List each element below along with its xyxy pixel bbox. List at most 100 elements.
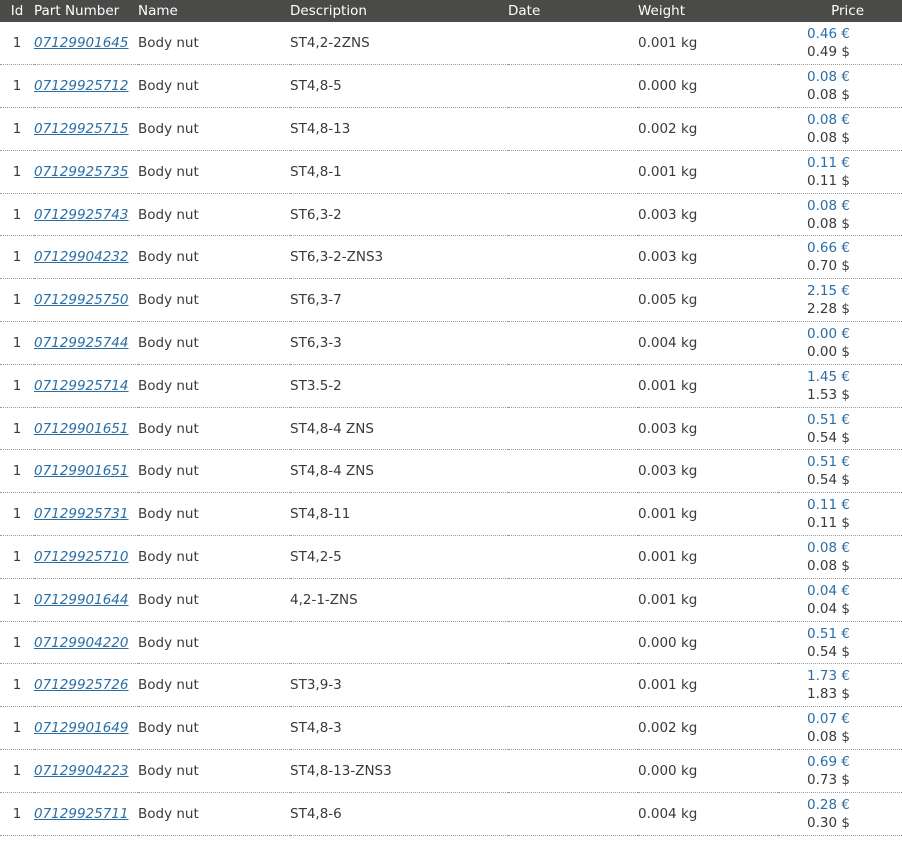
part-name: Body nut [138, 22, 290, 66]
header-id: Id [0, 0, 34, 22]
part-description: ST4,8-5 [290, 64, 508, 109]
price-usd: 1.83 $ [807, 686, 850, 703]
part-weight: 0.002 kg [638, 706, 778, 751]
row-id: 1 [0, 107, 34, 151]
part-number-link[interactable]: 07129904232 [34, 249, 128, 265]
part-number-link[interactable]: 07129925711 [34, 806, 128, 822]
part-number-link[interactable]: 07129901651 [34, 463, 128, 479]
part-name: Body nut [138, 235, 290, 280]
row-id: 1 [0, 64, 34, 109]
table-header-row: Id Part Number Name Description Date Wei… [0, 0, 902, 22]
row-id: 1 [0, 193, 34, 237]
part-date [508, 235, 638, 280]
part-weight: 0.000 kg [638, 64, 778, 109]
part-number-link[interactable]: 07129925743 [34, 207, 128, 223]
table-row: 1 07129901645 Body nut ST4,2-2ZNS 0.001 kg 0.… [0, 22, 902, 66]
part-date [508, 193, 638, 237]
part-name: Body nut [138, 407, 290, 451]
part-number-link[interactable]: 07129925710 [34, 549, 128, 565]
row-id: 1 [0, 663, 34, 708]
part-number-link[interactable]: 07129901649 [34, 720, 128, 736]
part-description: ST6,3-7 [290, 278, 508, 323]
price-cell: 0.00 €0.00 $ [778, 321, 902, 365]
price-usd: 0.08 $ [807, 729, 850, 746]
part-number-link[interactable]: 07129925714 [34, 378, 128, 394]
part-number-cell: 07129925715 [34, 107, 138, 151]
price-cell: 0.11 €0.11 $ [778, 492, 902, 537]
part-description: ST4,8-13-ZNS3 [290, 749, 508, 793]
header-date: Date [508, 0, 638, 22]
price-cell: 2.15 €2.28 $ [778, 278, 902, 323]
price-cell: 0.69 €0.73 $ [778, 749, 902, 793]
price-cell: 0.46 €0.49 $ [778, 22, 902, 66]
part-number-link[interactable]: 07129925731 [34, 506, 128, 522]
table-body: 1 07129901645 Body nut ST4,2-2ZNS 0.001 kg 0.… [0, 22, 902, 836]
part-number-cell: 07129904220 [34, 621, 138, 665]
table-row: 1 07129904223 Body nut ST4,8-13-ZNS3 0.000 k… [0, 749, 902, 793]
row-id: 1 [0, 621, 34, 665]
table-row: 1 07129901651 Body nut ST4,8-4 ZNS 0.003 kg 0… [0, 449, 902, 494]
row-id: 1 [0, 449, 34, 494]
row-id: 1 [0, 535, 34, 579]
part-number-cell: 07129925750 [34, 278, 138, 323]
part-number-link[interactable]: 07129901651 [34, 421, 128, 437]
part-number-link[interactable]: 07129904223 [34, 763, 128, 779]
price-usd: 0.54 $ [807, 429, 850, 446]
part-date [508, 449, 638, 494]
part-number-cell: 07129925711 [34, 792, 138, 836]
part-number-link[interactable]: 07129925712 [34, 78, 128, 94]
header-part-number: Part Number [34, 0, 138, 22]
price-eur: 0.51 € [807, 454, 850, 471]
part-number-link[interactable]: 07129925744 [34, 335, 128, 351]
price-usd: 0.08 $ [807, 557, 850, 574]
row-id: 1 [0, 578, 34, 622]
price-eur: 0.08 € [807, 111, 850, 128]
price-eur: 0.28 € [807, 796, 850, 813]
table-row: 1 07129925735 Body nut ST4,8-1 0.001 kg 0.11 … [0, 150, 902, 194]
price-cell: 0.51 €0.54 $ [778, 407, 902, 451]
price-cell: 0.51 €0.54 $ [778, 449, 902, 494]
part-name: Body nut [138, 706, 290, 751]
part-number-link[interactable]: 07129925750 [34, 292, 128, 308]
row-id: 1 [0, 706, 34, 751]
part-name: Body nut [138, 364, 290, 408]
row-id: 1 [0, 22, 34, 66]
price-usd: 2.28 $ [807, 301, 850, 318]
part-date [508, 407, 638, 451]
part-weight: 0.000 kg [638, 749, 778, 793]
part-weight: 0.003 kg [638, 407, 778, 451]
part-description: 4,2-1-ZNS [290, 578, 508, 622]
table-row: 1 07129925731 Body nut ST4,8-11 0.001 kg 0.11… [0, 492, 902, 537]
price-cell: 0.08 €0.08 $ [778, 64, 902, 109]
part-description: ST6,3-2-ZNS3 [290, 235, 508, 280]
part-number-link[interactable]: 07129901645 [34, 35, 128, 51]
row-id: 1 [0, 278, 34, 323]
part-date [508, 578, 638, 622]
part-number-link[interactable]: 07129904220 [34, 635, 128, 651]
part-description: ST6,3-3 [290, 321, 508, 365]
part-number-link[interactable]: 07129925715 [34, 121, 128, 137]
part-weight: 0.001 kg [638, 663, 778, 708]
part-number-link[interactable]: 07129925726 [34, 677, 128, 693]
part-date [508, 749, 638, 793]
table-row: 1 07129901651 Body nut ST4,8-4 ZNS 0.003 kg 0… [0, 407, 902, 451]
part-number-link[interactable]: 07129925735 [34, 164, 128, 180]
row-id: 1 [0, 235, 34, 280]
part-date [508, 706, 638, 751]
part-weight: 0.001 kg [638, 150, 778, 194]
price-eur: 1.45 € [807, 368, 850, 385]
price-cell: 1.45 €1.53 $ [778, 364, 902, 408]
part-number-link[interactable]: 07129901644 [34, 592, 128, 608]
part-number-cell: 07129925714 [34, 364, 138, 408]
table-row: 1 07129925711 Body nut ST4,8-6 0.004 kg 0.28 … [0, 792, 902, 836]
part-date [508, 150, 638, 194]
part-name: Body nut [138, 621, 290, 665]
price-cell: 0.51 €0.54 $ [778, 621, 902, 665]
part-name: Body nut [138, 321, 290, 365]
part-description: ST4,8-13 [290, 107, 508, 151]
part-weight: 0.003 kg [638, 235, 778, 280]
part-number-cell: 07129901651 [34, 449, 138, 494]
price-usd: 0.08 $ [807, 129, 850, 146]
part-description: ST6,3-2 [290, 193, 508, 237]
part-weight: 0.003 kg [638, 193, 778, 237]
